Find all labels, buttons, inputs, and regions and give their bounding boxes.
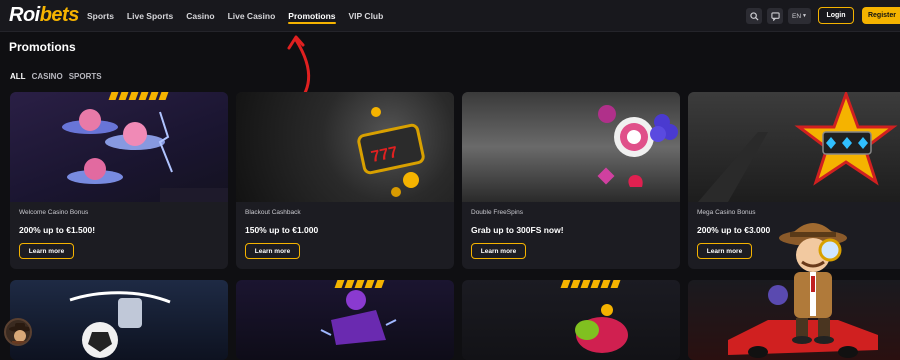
promo-card-sports[interactable] xyxy=(10,280,228,360)
promo-image-mega xyxy=(688,92,900,202)
filter-casino[interactable]: CASINO xyxy=(32,72,63,81)
logo-roi: Roi xyxy=(9,4,40,26)
search-icon[interactable] xyxy=(746,8,762,24)
ufo-pigs-illustration xyxy=(62,109,228,202)
learn-more-button[interactable]: Learn more xyxy=(245,243,300,259)
slot-machine-illustration: 777 xyxy=(357,107,425,197)
promo-image-blackout: 777 xyxy=(236,92,454,202)
nav-promotions[interactable]: Promotions xyxy=(288,0,336,32)
promo-image-welcome xyxy=(10,92,228,202)
learn-more-button[interactable]: Learn more xyxy=(19,243,74,259)
promo-image-freespins xyxy=(462,92,680,202)
promo-card-welcome[interactable]: Welcome Casino Bonus 200% up to €1.500! … xyxy=(10,92,228,269)
filter-sports[interactable]: SPORTS xyxy=(69,72,102,81)
promo-subtitle: Welcome Casino Bonus xyxy=(19,209,89,216)
nav-live-sports[interactable]: Live Sports xyxy=(127,0,173,32)
roibets-logo[interactable]: Roibets xyxy=(9,4,79,27)
detective-mascot-icon xyxy=(779,223,847,344)
promo-subtitle: Double FreeSpins xyxy=(471,209,524,216)
promo-card-moto[interactable] xyxy=(236,280,454,360)
promo-title: 200% up to €1.500! xyxy=(19,225,96,235)
learn-more-button[interactable]: Learn more xyxy=(471,243,526,259)
moto-rider-illustration xyxy=(320,290,397,345)
promo-card-fruits[interactable] xyxy=(462,280,680,360)
nav-sports[interactable]: Sports xyxy=(87,0,114,32)
nav-casino[interactable]: Casino xyxy=(186,0,214,32)
candy-fruits-illustration xyxy=(597,105,678,187)
main-nav: Sports Live Sports Casino Live Casino Pr… xyxy=(87,0,396,32)
logo-bets: bets xyxy=(39,4,80,26)
promo-card-freespins[interactable]: Double FreeSpins Grab up to 300FS now! L… xyxy=(462,92,680,269)
top-bar: Roibets Sports Live Sports Casino Live C… xyxy=(0,0,900,32)
star-slot-illustration xyxy=(698,92,898,202)
register-button[interactable]: Register xyxy=(862,7,900,24)
filter-all[interactable]: ALL xyxy=(10,72,26,81)
promo-subtitle: Blackout Cashback xyxy=(245,209,301,216)
promo-card-blackout[interactable]: 777 Blackout Cashback 150% up to €1.000 … xyxy=(236,92,454,269)
promo-filters: ALL CASINO SPORTS xyxy=(10,72,102,81)
promo-title: 150% up to €1.000 xyxy=(245,225,319,235)
nav-vip-club[interactable]: VIP Club xyxy=(349,0,384,32)
login-button[interactable]: Login xyxy=(818,7,854,24)
support-avatar[interactable] xyxy=(4,318,32,346)
chat-icon[interactable] xyxy=(767,8,783,24)
page-title: Promotions xyxy=(9,40,76,54)
promo-title: Grab up to 300FS now! xyxy=(471,225,564,235)
promo-subtitle: Mega Casino Bonus xyxy=(697,209,756,216)
chevron-down-icon: ▼ xyxy=(802,13,807,19)
language-label: EN xyxy=(792,12,802,20)
learn-more-button[interactable]: Learn more xyxy=(697,243,752,259)
language-selector[interactable]: EN ▼ xyxy=(788,8,811,24)
fruit-bowl-illustration xyxy=(575,304,628,353)
football-trophy-illustration xyxy=(69,291,171,358)
nav-live-casino[interactable]: Live Casino xyxy=(228,0,276,32)
